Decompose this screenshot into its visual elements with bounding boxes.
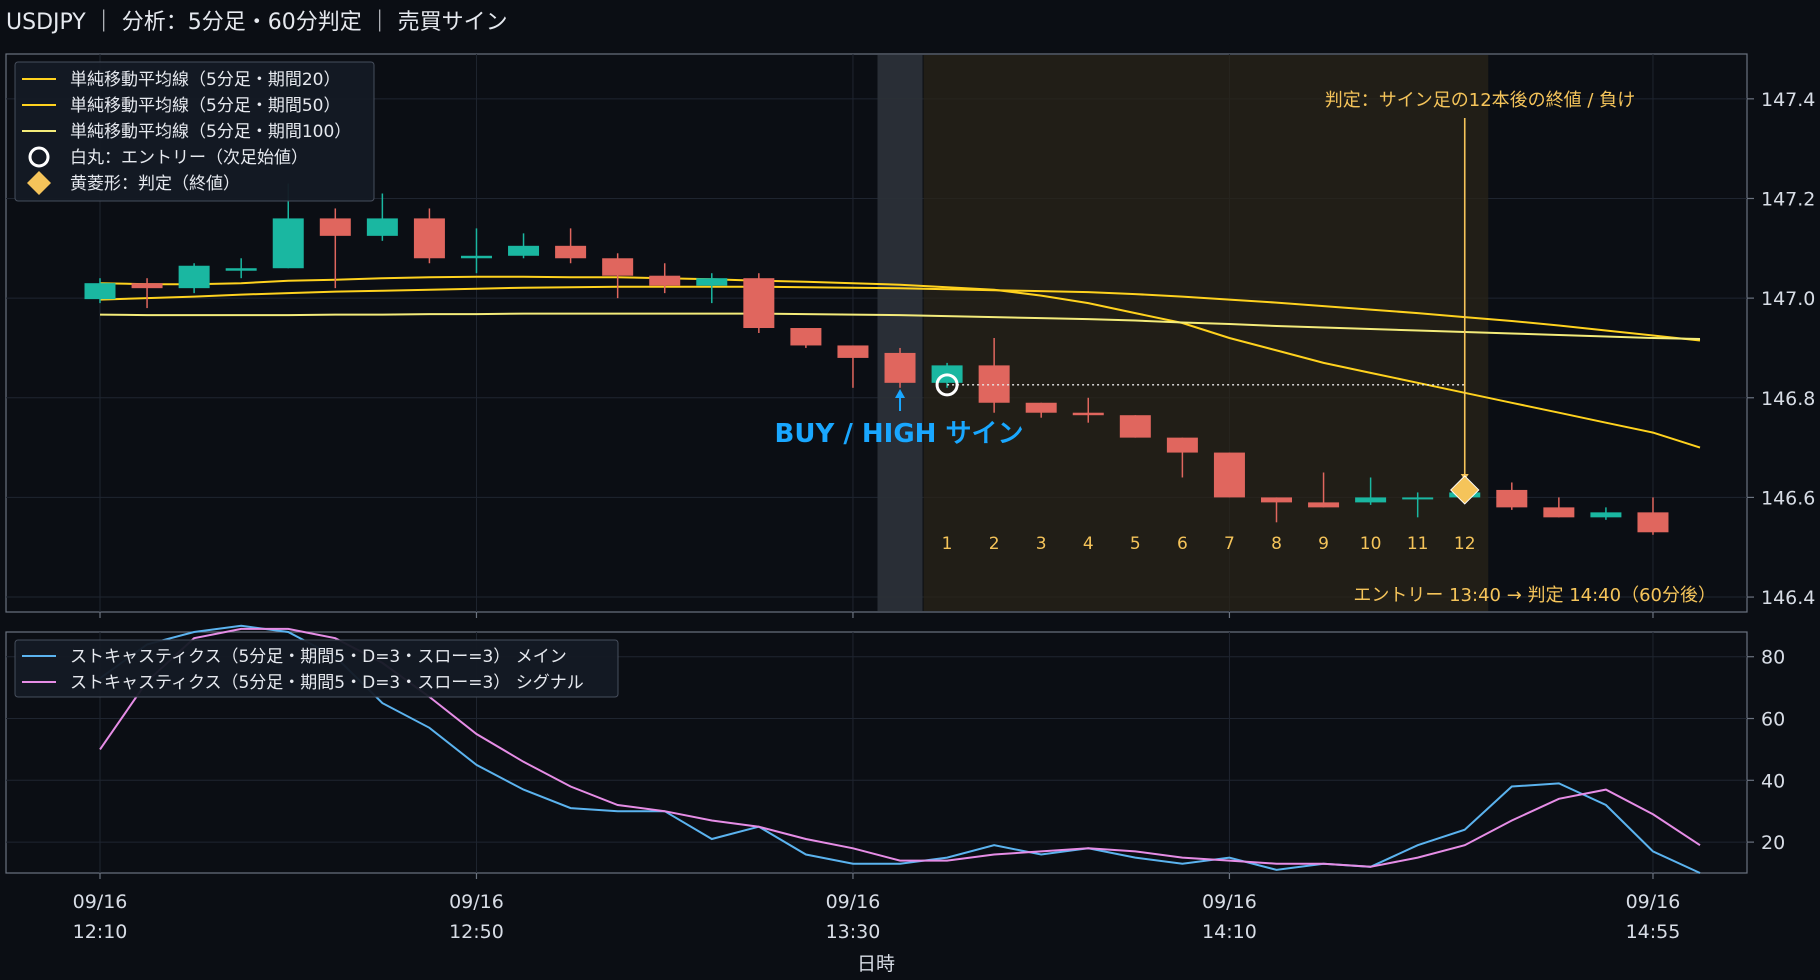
candle-body xyxy=(1590,512,1622,518)
candle-body xyxy=(366,218,398,236)
candle-body xyxy=(508,245,540,256)
chart-canvas: 146.4 146.6 146.8 147.0 147.2 147.4 20 40 60 80 09… xyxy=(5,53,1815,975)
candle-body xyxy=(1402,497,1434,500)
candle-body xyxy=(1213,452,1245,498)
candle-body xyxy=(1072,412,1104,416)
count-label: 11 xyxy=(1407,534,1429,554)
legend-bottom-label: ストキャスティクス（5分足・期間5・D=3・スロー=3） シグナル xyxy=(70,673,584,693)
main-y-tick-label: 147.2 xyxy=(1761,188,1815,210)
candle-body xyxy=(884,352,916,383)
x-axis-label: 日時 xyxy=(857,953,895,975)
candle-body xyxy=(1119,415,1151,438)
period-note: エントリー 13:40 → 判定 14:40（60分後） xyxy=(1353,585,1716,606)
count-label: 3 xyxy=(1036,534,1047,554)
candle-body xyxy=(602,258,634,276)
count-label: 9 xyxy=(1318,534,1329,554)
x-tick-time: 14:55 xyxy=(1626,921,1681,943)
signal-label: BUY / HIGH サイン xyxy=(775,419,1024,449)
x-tick-time: 12:10 xyxy=(73,921,128,943)
x-tick-date: 09/16 xyxy=(1626,891,1681,913)
main-y-tick-label: 147.4 xyxy=(1761,89,1815,111)
candle-body xyxy=(1025,402,1057,413)
candle-body xyxy=(696,278,728,286)
candle-body xyxy=(790,328,822,346)
x-tick-time: 13:30 xyxy=(826,921,881,943)
legend-top-label: 単純移動平均線（5分足・期間20） xyxy=(70,70,340,90)
candle-body xyxy=(272,218,304,269)
legend-top-label: 単純移動平均線（5分足・期間100） xyxy=(70,122,351,142)
x-tick-time: 12:50 xyxy=(449,921,504,943)
count-label: 10 xyxy=(1360,534,1382,554)
main-y-tick-label: 146.8 xyxy=(1761,388,1815,410)
legend-top-label: 白丸：エントリー（次足始値） xyxy=(70,148,308,168)
main-y-tick-label: 146.4 xyxy=(1761,587,1815,609)
x-tick-date: 09/16 xyxy=(1202,891,1257,913)
count-label: 2 xyxy=(989,534,1000,554)
main-y-tick-label: 146.6 xyxy=(1761,487,1815,509)
count-label: 5 xyxy=(1130,534,1141,554)
candle-body xyxy=(1166,437,1198,453)
signal-candle-band xyxy=(877,55,923,611)
legend-top-label: 黄菱形：判定（終値） xyxy=(70,174,240,194)
main-y-tick-label: 147.0 xyxy=(1761,288,1815,310)
count-label: 4 xyxy=(1083,534,1094,554)
candle-body xyxy=(84,283,116,300)
legend-bottom-label: ストキャスティクス（5分足・期間5・D=3・スロー=3） メイン xyxy=(70,647,567,667)
judge-annotation: 判定：サイン足の12本後の終値 / 負け xyxy=(1325,90,1635,111)
osc-y-tick-label: 80 xyxy=(1761,647,1785,669)
candle-body xyxy=(178,265,210,289)
candle-body xyxy=(413,218,445,259)
candle-body xyxy=(319,218,351,236)
candle-body xyxy=(978,365,1010,403)
candle-body xyxy=(1308,502,1340,508)
osc-y-tick-label: 60 xyxy=(1761,709,1785,731)
candle-body xyxy=(1261,497,1292,503)
count-label: 6 xyxy=(1177,534,1188,554)
candle-body xyxy=(1637,512,1669,533)
judgment-zone xyxy=(923,55,1489,611)
count-label: 8 xyxy=(1271,534,1282,554)
candle-body xyxy=(1543,507,1575,518)
candle-body xyxy=(1496,489,1528,508)
candle-body xyxy=(555,245,587,259)
x-tick-date: 09/16 xyxy=(449,891,504,913)
osc-y-tick-label: 40 xyxy=(1761,770,1785,792)
candle-body xyxy=(743,278,775,329)
osc-y-tick-label: 20 xyxy=(1761,832,1785,854)
x-tick-date: 09/16 xyxy=(73,891,128,913)
legend-top-label: 単純移動平均線（5分足・期間50） xyxy=(70,96,340,116)
count-label: 12 xyxy=(1454,534,1476,554)
count-label: 1 xyxy=(942,534,953,554)
count-label: 7 xyxy=(1224,534,1235,554)
x-tick-time: 14:10 xyxy=(1202,921,1257,943)
candle-body xyxy=(460,255,492,259)
candle-body xyxy=(131,283,163,289)
candle-body xyxy=(837,345,869,358)
candle-body xyxy=(649,275,681,286)
candle-body xyxy=(225,268,257,271)
x-tick-date: 09/16 xyxy=(826,891,881,913)
candle-body xyxy=(1355,497,1387,503)
